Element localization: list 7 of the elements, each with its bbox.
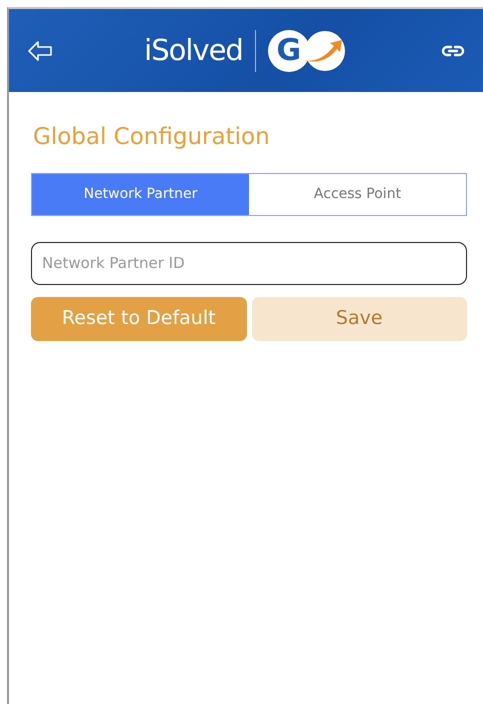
link-icon[interactable] <box>441 44 465 58</box>
reset-button[interactable]: Reset to Default <box>31 296 246 340</box>
back-arrow-icon[interactable] <box>27 40 53 62</box>
network-partner-id-field[interactable]: Network Partner ID <box>31 242 467 284</box>
page-title: Global Configuration <box>33 123 271 152</box>
segment-tab[interactable]: Network Partner <box>32 174 249 214</box>
brand-name: iSolved <box>144 32 243 69</box>
